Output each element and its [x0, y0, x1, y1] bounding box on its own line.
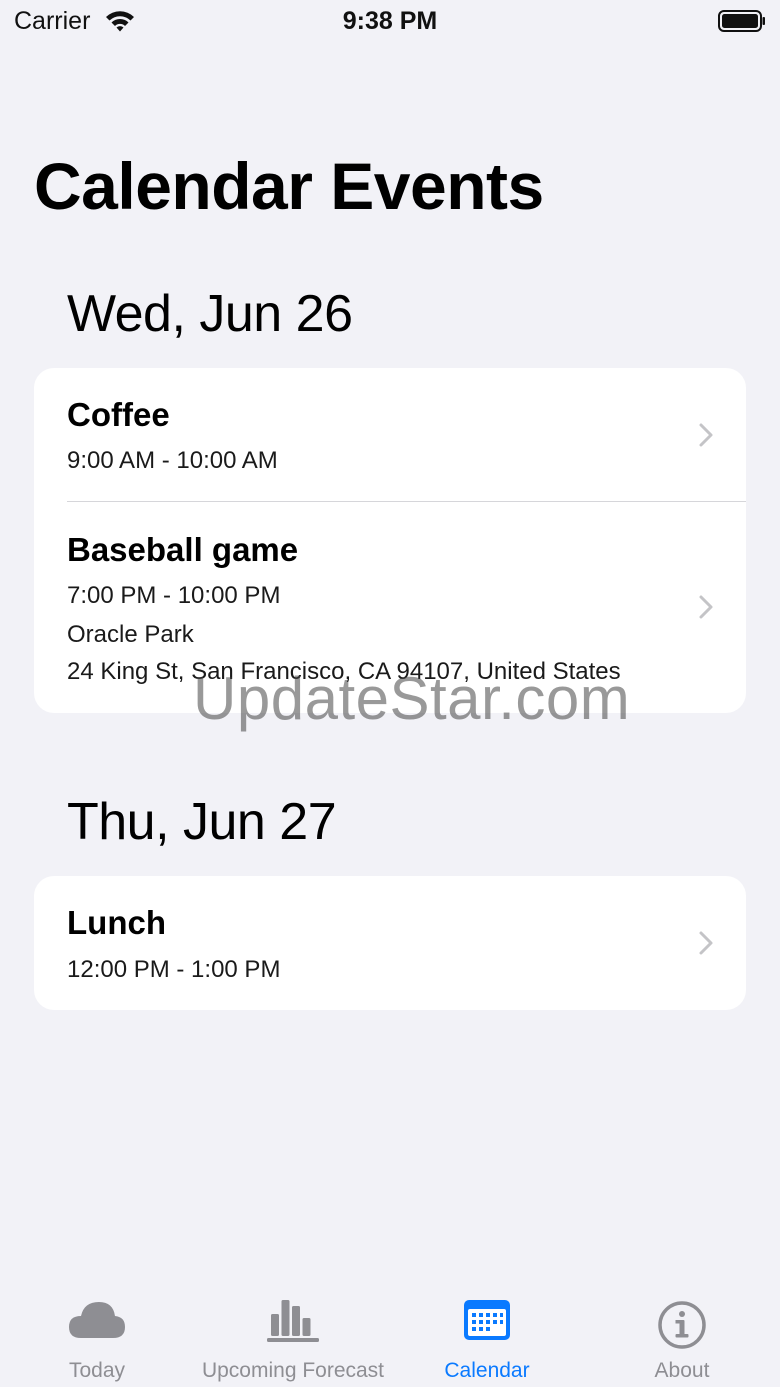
battery-icon — [718, 10, 765, 32]
event-title: Lunch — [67, 904, 166, 941]
watermark: UpdateStar.com — [193, 665, 631, 732]
tab-about[interactable]: About — [617, 1280, 747, 1387]
event-row-coffee[interactable]: Coffee 9:00 AM - 10:00 AM — [34, 368, 746, 502]
tab-today[interactable]: Today — [22, 1280, 172, 1387]
chevron-right-icon — [699, 931, 713, 955]
event-time: 7:00 PM - 10:00 PM — [67, 582, 281, 609]
event-location-name: Oracle Park — [67, 621, 194, 648]
status-bar: Carrier 9:38 PM — [0, 0, 780, 44]
event-row-lunch[interactable]: Lunch 12:00 PM - 1:00 PM — [34, 876, 746, 1010]
tab-label: About — [654, 1359, 710, 1382]
chevron-right-icon — [699, 595, 713, 619]
page-title: Calendar Events — [34, 149, 544, 223]
info-icon — [658, 1301, 706, 1349]
calendar-icon — [464, 1300, 510, 1340]
event-time: 9:00 AM - 10:00 AM — [67, 447, 278, 474]
bar-chart-icon — [267, 1300, 319, 1342]
event-time: 12:00 PM - 1:00 PM — [67, 956, 281, 983]
section-date-header: Wed, Jun 26 — [67, 285, 353, 343]
event-title: Baseball game — [67, 531, 299, 568]
tab-label: Today — [68, 1359, 126, 1382]
status-time: 9:38 PM — [342, 7, 438, 35]
events-card: Coffee 9:00 AM - 10:00 AM Baseball game … — [34, 368, 746, 713]
section-date-header: Thu, Jun 27 — [67, 793, 337, 851]
tab-label: Calendar — [444, 1359, 530, 1382]
events-card: Lunch 12:00 PM - 1:00 PM — [34, 876, 746, 1010]
tab-label: Upcoming Forecast — [201, 1359, 385, 1382]
tab-upcoming-forecast[interactable]: Upcoming Forecast — [193, 1280, 393, 1387]
event-title: Coffee — [67, 396, 170, 433]
tab-calendar[interactable]: Calendar — [417, 1280, 557, 1387]
cloud-icon — [69, 1302, 125, 1338]
tab-bar: Today Upcoming Forecast Calendar About — [0, 1280, 780, 1387]
chevron-right-icon — [699, 423, 713, 447]
